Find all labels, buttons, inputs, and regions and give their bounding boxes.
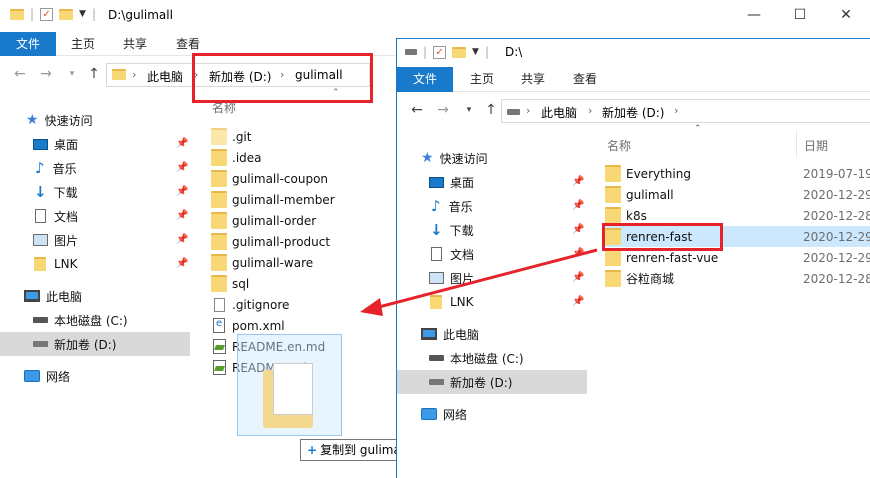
arrow-shaft (374, 248, 598, 310)
arrow-head-icon (360, 298, 383, 316)
annotation-arrow (360, 248, 598, 316)
